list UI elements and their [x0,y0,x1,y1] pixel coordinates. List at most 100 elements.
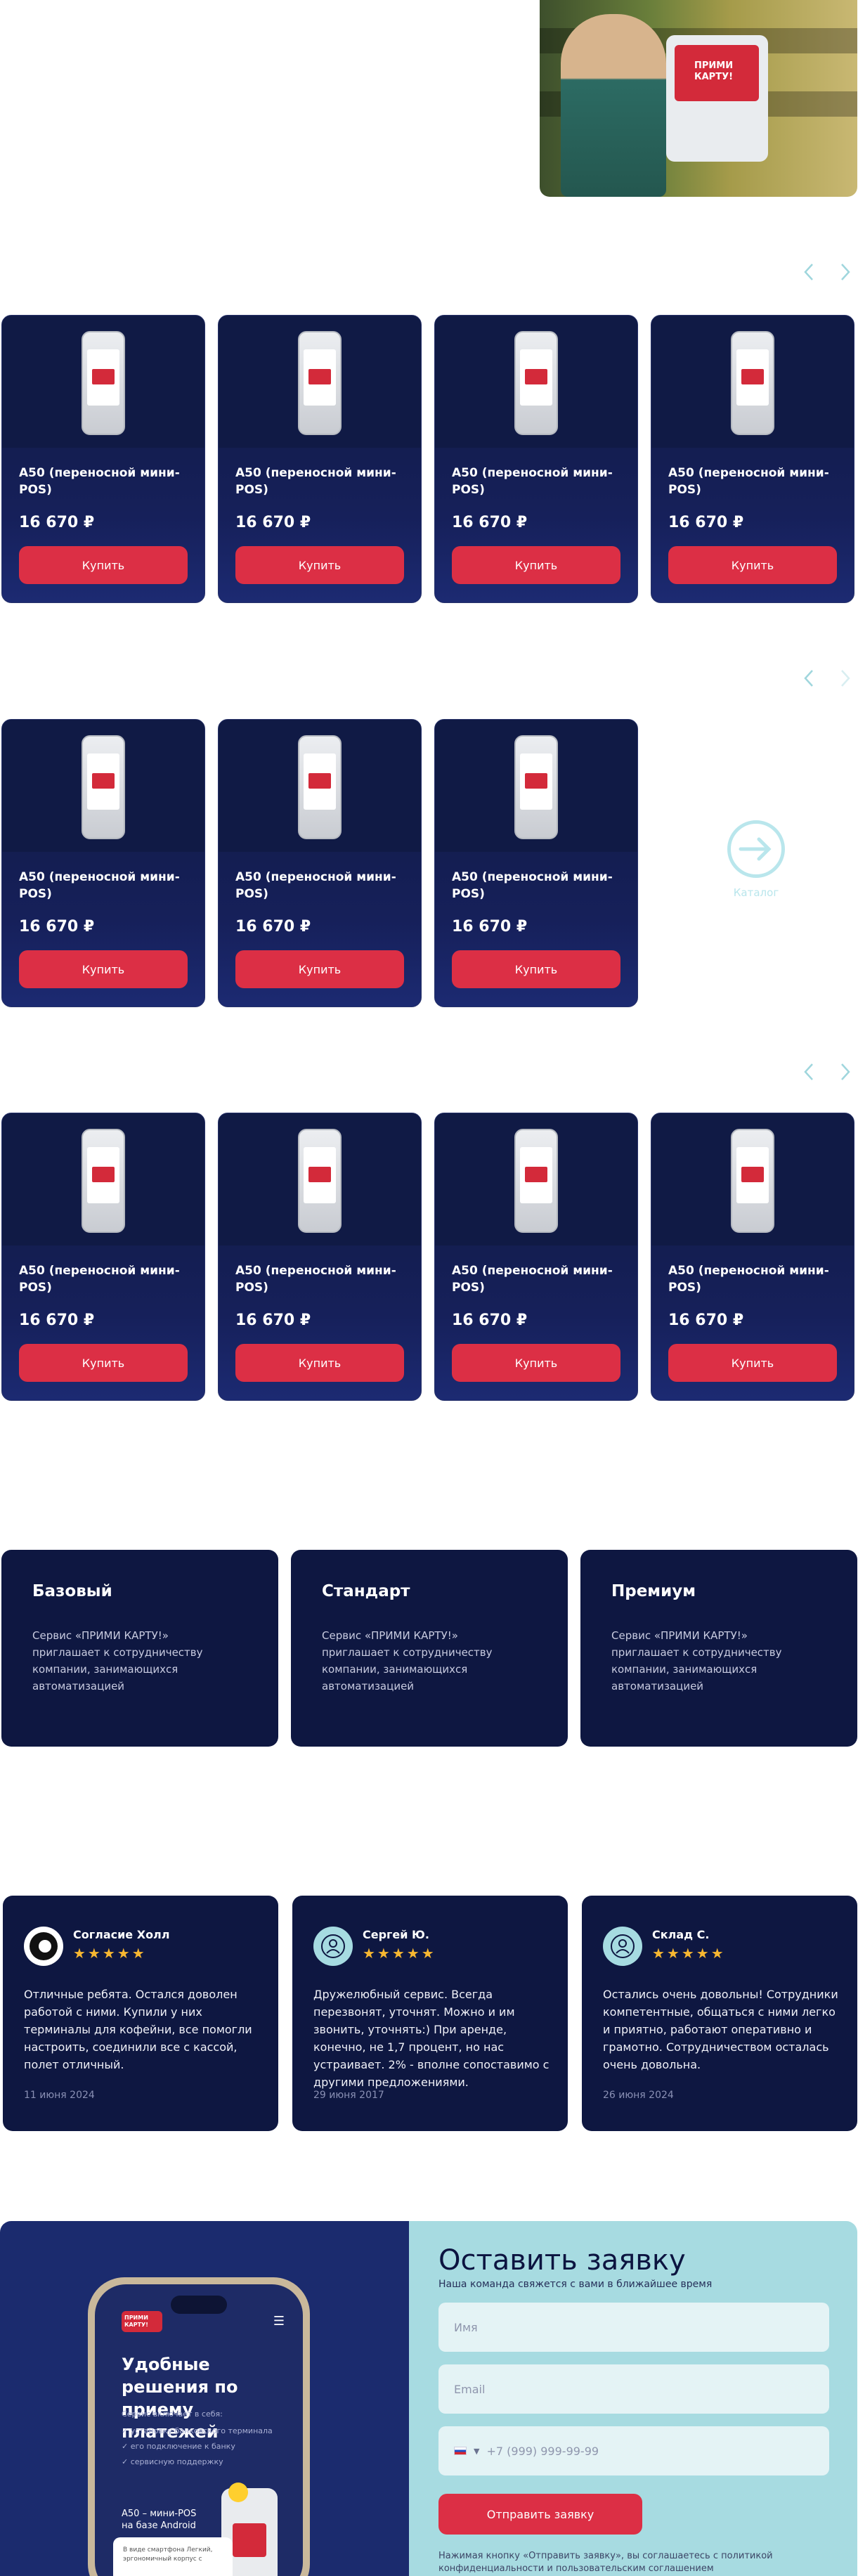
chevron-down-icon[interactable]: ▼ [474,2447,479,2456]
product-card[interactable]: A50 (переносной мини-POS) 16 670 ₽ Купить [218,719,422,1007]
phone-list-item: ✓ его подключение к банку [122,2442,235,2451]
menu-icon: ☰ [273,2314,285,2329]
buy-button[interactable]: Купить [452,546,620,584]
request-section: ПРИМИ КАРТУ! ☰ Удобные решения по приему… [0,2221,858,2576]
russia-flag-icon[interactable] [454,2447,467,2455]
request-form: Оставить заявку Наша команда свяжется с … [409,2221,857,2576]
next-arrow-icon[interactable] [838,261,853,283]
product-image-area [435,316,637,448]
review-card: Склад С. ★★★★★ Остались очень довольны! … [582,1896,857,2131]
user-avatar-icon [313,1927,353,1966]
rating-stars: ★★★★★ [652,1945,726,1962]
lightning-badge-icon [228,2483,248,2502]
phone-notch [171,2296,227,2314]
product-card[interactable]: A50 (переносной мини-POS) 16 670 ₽ Купить [434,1113,638,1401]
plan-text: Сервис «ПРИМИ КАРТУ!» приглашает к сотру… [611,1629,782,1692]
next-arrow-icon[interactable] [838,1061,853,1082]
product-card[interactable]: A50 (переносной мини-POS) 16 670 ₽ Купить [1,315,205,603]
plan-card-premium[interactable]: Премиум Сервис «ПРИМИ КАРТУ!» приглашает… [580,1550,857,1747]
product-card[interactable]: A50 (переносной мини-POS) 16 670 ₽ Купить [1,719,205,1007]
product-image-area [651,316,854,448]
pos-terminal-image [298,1129,342,1233]
phone-product-title: A50 – мини-POS на базе Android [122,2509,197,2531]
product-price: 16 670 ₽ [668,1312,744,1329]
plan-card-basic[interactable]: Базовый Сервис «ПРИМИ КАРТУ!» приглашает… [1,1550,278,1747]
submit-request-button[interactable]: Отправить заявку [438,2494,642,2535]
buy-button[interactable]: Купить [668,1344,837,1382]
name-field[interactable] [438,2303,829,2352]
rating-stars: ★★★★★ [73,1945,147,1962]
product-card[interactable]: A50 (переносной мини-POS) 16 670 ₽ Купить [651,315,854,603]
buy-button[interactable]: Купить [452,950,620,988]
product-name: A50 (переносной мини-POS) [235,870,396,901]
pos-terminal-image [82,735,125,839]
pos-terminal-image [298,331,342,435]
form-title: Оставить заявку [438,2244,686,2277]
buy-button[interactable]: Купить [235,950,404,988]
review-date: 11 июня 2024 [24,2090,95,2101]
next-arrow-icon[interactable] [838,668,853,689]
email-field[interactable] [438,2364,829,2414]
product-price: 16 670 ₽ [19,918,95,936]
review-card: Согласие Холл ★★★★★ Отличные ребята. Ост… [3,1896,278,2131]
plan-card-standard[interactable]: Стандарт Сервис «ПРИМИ КАРТУ!» приглашае… [291,1550,568,1747]
buy-button[interactable]: Купить [19,1344,188,1382]
pos-terminal-image [514,331,558,435]
phone-field-wrapper[interactable]: ▼ [438,2426,829,2475]
prev-arrow-icon[interactable] [801,668,817,689]
prev-arrow-icon[interactable] [801,1061,817,1082]
product-price: 16 670 ₽ [19,514,95,531]
review-text: Остались очень довольны! Сотрудники комп… [603,1988,838,2071]
review-author: Согласие Холл [73,1928,170,1941]
brand-logo: ПРИМИ КАРТУ! [122,2311,162,2332]
buy-button[interactable]: Купить [235,546,404,584]
buy-button[interactable]: Купить [19,546,188,584]
review-date: 26 июня 2024 [603,2090,674,2101]
product-card[interactable]: A50 (переносной мини-POS) 16 670 ₽ Купить [651,1113,854,1401]
review-author: Склад С. [652,1928,710,1941]
product-image-area [219,720,421,852]
product-name: A50 (переносной мини-POS) [235,1264,396,1295]
product-price: 16 670 ₽ [235,1312,311,1329]
product-image-area [2,720,204,852]
product-image-area [219,1113,421,1245]
product-name: A50 (переносной мини-POS) [452,466,613,497]
review-text: Дружелюбный сервис. Всегда перезвонят, у… [313,1988,550,2089]
review-author: Сергей Ю. [363,1928,429,1941]
terminal-screen-text: ПРИМИ КАРТУ! [694,60,734,82]
review-text: Отличные ребята. Остался доволен работой… [24,1988,252,2071]
buy-button[interactable]: Купить [235,1344,404,1382]
customer-figure [561,14,666,197]
review-card: Сергей Ю. ★★★★★ Дружелюбный сервис. Всег… [292,1896,568,2131]
buy-button[interactable]: Купить [19,950,188,988]
product-price: 16 670 ₽ [452,918,528,936]
plan-title: Базовый [32,1582,112,1600]
product-card[interactable]: A50 (переносной мини-POS) 16 670 ₽ Купить [1,1113,205,1401]
product-name: A50 (переносной мини-POS) [452,870,613,901]
product-card[interactable]: A50 (переносной мини-POS) 16 670 ₽ Купить [218,315,422,603]
buy-button[interactable]: Купить [668,546,837,584]
pos-terminal-image [731,331,774,435]
phone-field[interactable] [486,2444,768,2458]
product-image-area [435,720,637,852]
prev-arrow-icon[interactable] [801,261,817,283]
pos-terminal-image [298,735,342,839]
promo-panel: ПРИМИ КАРТУ! ☰ Удобные решения по приему… [0,2221,409,2576]
product-image-area [219,316,421,448]
product-card[interactable]: A50 (переносной мини-POS) 16 670 ₽ Купить [434,719,638,1007]
phone-product-card: В виде смартфона Легкий, эргономичный ко… [113,2537,233,2576]
product-card[interactable]: A50 (переносной мини-POS) 16 670 ₽ Купить [434,315,638,603]
user-avatar-icon [603,1927,642,1966]
phone-list-item: ✓ установку банковского терминала [122,2426,273,2435]
pos-terminal-image [82,1129,125,1233]
product-price: 16 670 ₽ [452,514,528,531]
product-name: A50 (переносной мини-POS) [235,466,396,497]
product-price: 16 670 ₽ [235,514,311,531]
plan-title: Премиум [611,1582,696,1600]
product-image-area [2,1113,204,1245]
product-name: A50 (переносной мини-POS) [668,1264,829,1295]
buy-button[interactable]: Купить [452,1344,620,1382]
catalog-link[interactable]: Каталог [724,820,788,899]
product-card[interactable]: A50 (переносной мини-POS) 16 670 ₽ Купить [218,1113,422,1401]
plan-title: Стандарт [322,1582,410,1600]
